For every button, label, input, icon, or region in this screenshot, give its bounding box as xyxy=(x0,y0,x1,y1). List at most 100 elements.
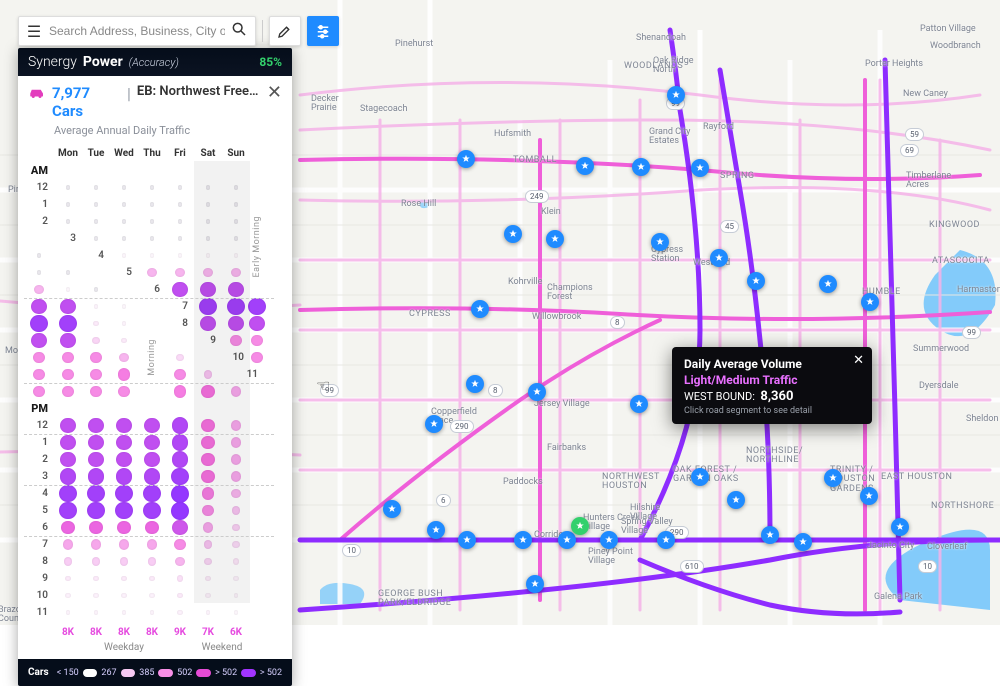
traffic-dot[interactable] xyxy=(63,539,73,549)
traffic-dot[interactable] xyxy=(172,520,187,535)
traffic-dot[interactable] xyxy=(62,352,74,364)
traffic-dot[interactable] xyxy=(230,335,242,347)
traffic-dot[interactable] xyxy=(121,593,126,598)
traffic-dot[interactable] xyxy=(200,282,216,298)
traffic-dot[interactable] xyxy=(117,521,131,535)
traffic-dot[interactable] xyxy=(201,385,214,398)
traffic-dot[interactable] xyxy=(60,468,77,485)
poi-marker[interactable] xyxy=(861,293,879,311)
poi-marker[interactable] xyxy=(667,86,685,104)
poi-marker[interactable] xyxy=(526,575,544,593)
traffic-dot[interactable] xyxy=(231,471,241,481)
traffic-dot[interactable] xyxy=(94,610,99,615)
traffic-dot[interactable] xyxy=(88,468,105,485)
poi-marker[interactable] xyxy=(761,526,779,544)
traffic-dot[interactable] xyxy=(122,321,127,326)
poi-marker[interactable] xyxy=(546,230,564,248)
traffic-dot[interactable] xyxy=(60,435,76,451)
traffic-dot[interactable] xyxy=(37,253,41,257)
poi-marker[interactable] xyxy=(819,275,837,293)
traffic-dot[interactable] xyxy=(148,557,156,565)
traffic-dot[interactable] xyxy=(178,185,182,189)
traffic-dot[interactable] xyxy=(93,593,98,598)
traffic-dot[interactable] xyxy=(251,352,263,364)
poi-marker[interactable] xyxy=(727,491,745,509)
traffic-dot[interactable] xyxy=(90,386,102,398)
traffic-dot[interactable] xyxy=(66,202,70,206)
traffic-dot[interactable] xyxy=(59,485,76,502)
traffic-dot[interactable] xyxy=(228,316,244,332)
traffic-dot[interactable] xyxy=(59,502,76,519)
traffic-dot[interactable] xyxy=(178,219,182,223)
traffic-dot[interactable] xyxy=(62,386,74,398)
traffic-dot[interactable] xyxy=(60,418,76,434)
traffic-dot[interactable] xyxy=(206,185,210,189)
traffic-dot[interactable] xyxy=(175,268,185,278)
poi-marker[interactable] xyxy=(794,533,812,551)
poi-marker[interactable] xyxy=(576,157,594,175)
traffic-dot[interactable] xyxy=(60,452,76,468)
tooltip-close-button[interactable]: ✕ xyxy=(853,353,864,368)
traffic-dot[interactable] xyxy=(144,452,160,468)
traffic-dot[interactable] xyxy=(66,270,70,274)
traffic-dot[interactable] xyxy=(33,352,45,364)
poi-marker[interactable] xyxy=(600,531,618,549)
traffic-dot[interactable] xyxy=(66,185,70,189)
traffic-dot[interactable] xyxy=(122,202,126,206)
traffic-dot[interactable] xyxy=(201,470,214,483)
traffic-dot[interactable] xyxy=(92,337,100,345)
traffic-dot[interactable] xyxy=(89,521,103,535)
traffic-dot[interactable] xyxy=(177,610,182,615)
traffic-dot[interactable] xyxy=(172,417,189,434)
traffic-dot[interactable] xyxy=(118,386,130,398)
traffic-dot[interactable] xyxy=(200,316,216,332)
poi-marker[interactable] xyxy=(630,395,648,413)
traffic-dot[interactable] xyxy=(231,268,241,278)
traffic-dot[interactable] xyxy=(33,369,45,381)
poi-marker[interactable] xyxy=(558,531,576,549)
traffic-dot[interactable] xyxy=(91,539,101,549)
traffic-dot[interactable] xyxy=(227,298,244,315)
poi-marker[interactable] xyxy=(691,159,709,177)
traffic-dot[interactable] xyxy=(174,385,186,397)
poi-marker[interactable] xyxy=(710,249,728,267)
traffic-dot[interactable] xyxy=(176,354,183,361)
search-input[interactable] xyxy=(43,24,231,38)
poi-marker[interactable] xyxy=(824,469,842,487)
poi-marker[interactable] xyxy=(425,415,443,433)
traffic-dot[interactable] xyxy=(205,593,210,598)
traffic-dot[interactable] xyxy=(94,304,99,309)
traffic-dot[interactable] xyxy=(62,369,74,381)
traffic-dot[interactable] xyxy=(122,610,127,615)
traffic-dot[interactable] xyxy=(87,485,104,502)
traffic-dot[interactable] xyxy=(150,202,154,206)
poi-marker[interactable] xyxy=(651,233,669,251)
traffic-dot[interactable] xyxy=(201,436,214,449)
traffic-dot[interactable] xyxy=(202,487,214,499)
poi-marker[interactable] xyxy=(632,158,650,176)
traffic-dot[interactable] xyxy=(177,575,184,582)
traffic-dot[interactable] xyxy=(31,299,47,315)
menu-icon[interactable]: ☰ xyxy=(25,22,43,41)
traffic-dot[interactable] xyxy=(143,485,160,502)
traffic-dot[interactable] xyxy=(178,202,182,206)
traffic-dot[interactable] xyxy=(150,219,154,223)
traffic-dot[interactable] xyxy=(61,521,75,535)
traffic-dot[interactable] xyxy=(115,502,132,519)
traffic-dot[interactable] xyxy=(232,506,241,515)
traffic-dot[interactable] xyxy=(59,315,76,332)
traffic-dot[interactable] xyxy=(94,202,98,206)
traffic-dot[interactable] xyxy=(231,454,241,464)
traffic-dot[interactable] xyxy=(174,369,186,381)
traffic-dot[interactable] xyxy=(94,219,98,223)
traffic-dot[interactable] xyxy=(66,287,71,292)
traffic-dot[interactable] xyxy=(234,185,238,189)
traffic-dot[interactable] xyxy=(201,453,214,466)
traffic-dot[interactable] xyxy=(234,253,239,258)
traffic-dot[interactable] xyxy=(122,219,126,223)
traffic-dot[interactable] xyxy=(199,298,216,315)
traffic-dot[interactable] xyxy=(119,539,129,549)
traffic-dot[interactable] xyxy=(150,236,154,240)
traffic-dot[interactable] xyxy=(228,282,244,298)
traffic-dot[interactable] xyxy=(231,437,241,447)
